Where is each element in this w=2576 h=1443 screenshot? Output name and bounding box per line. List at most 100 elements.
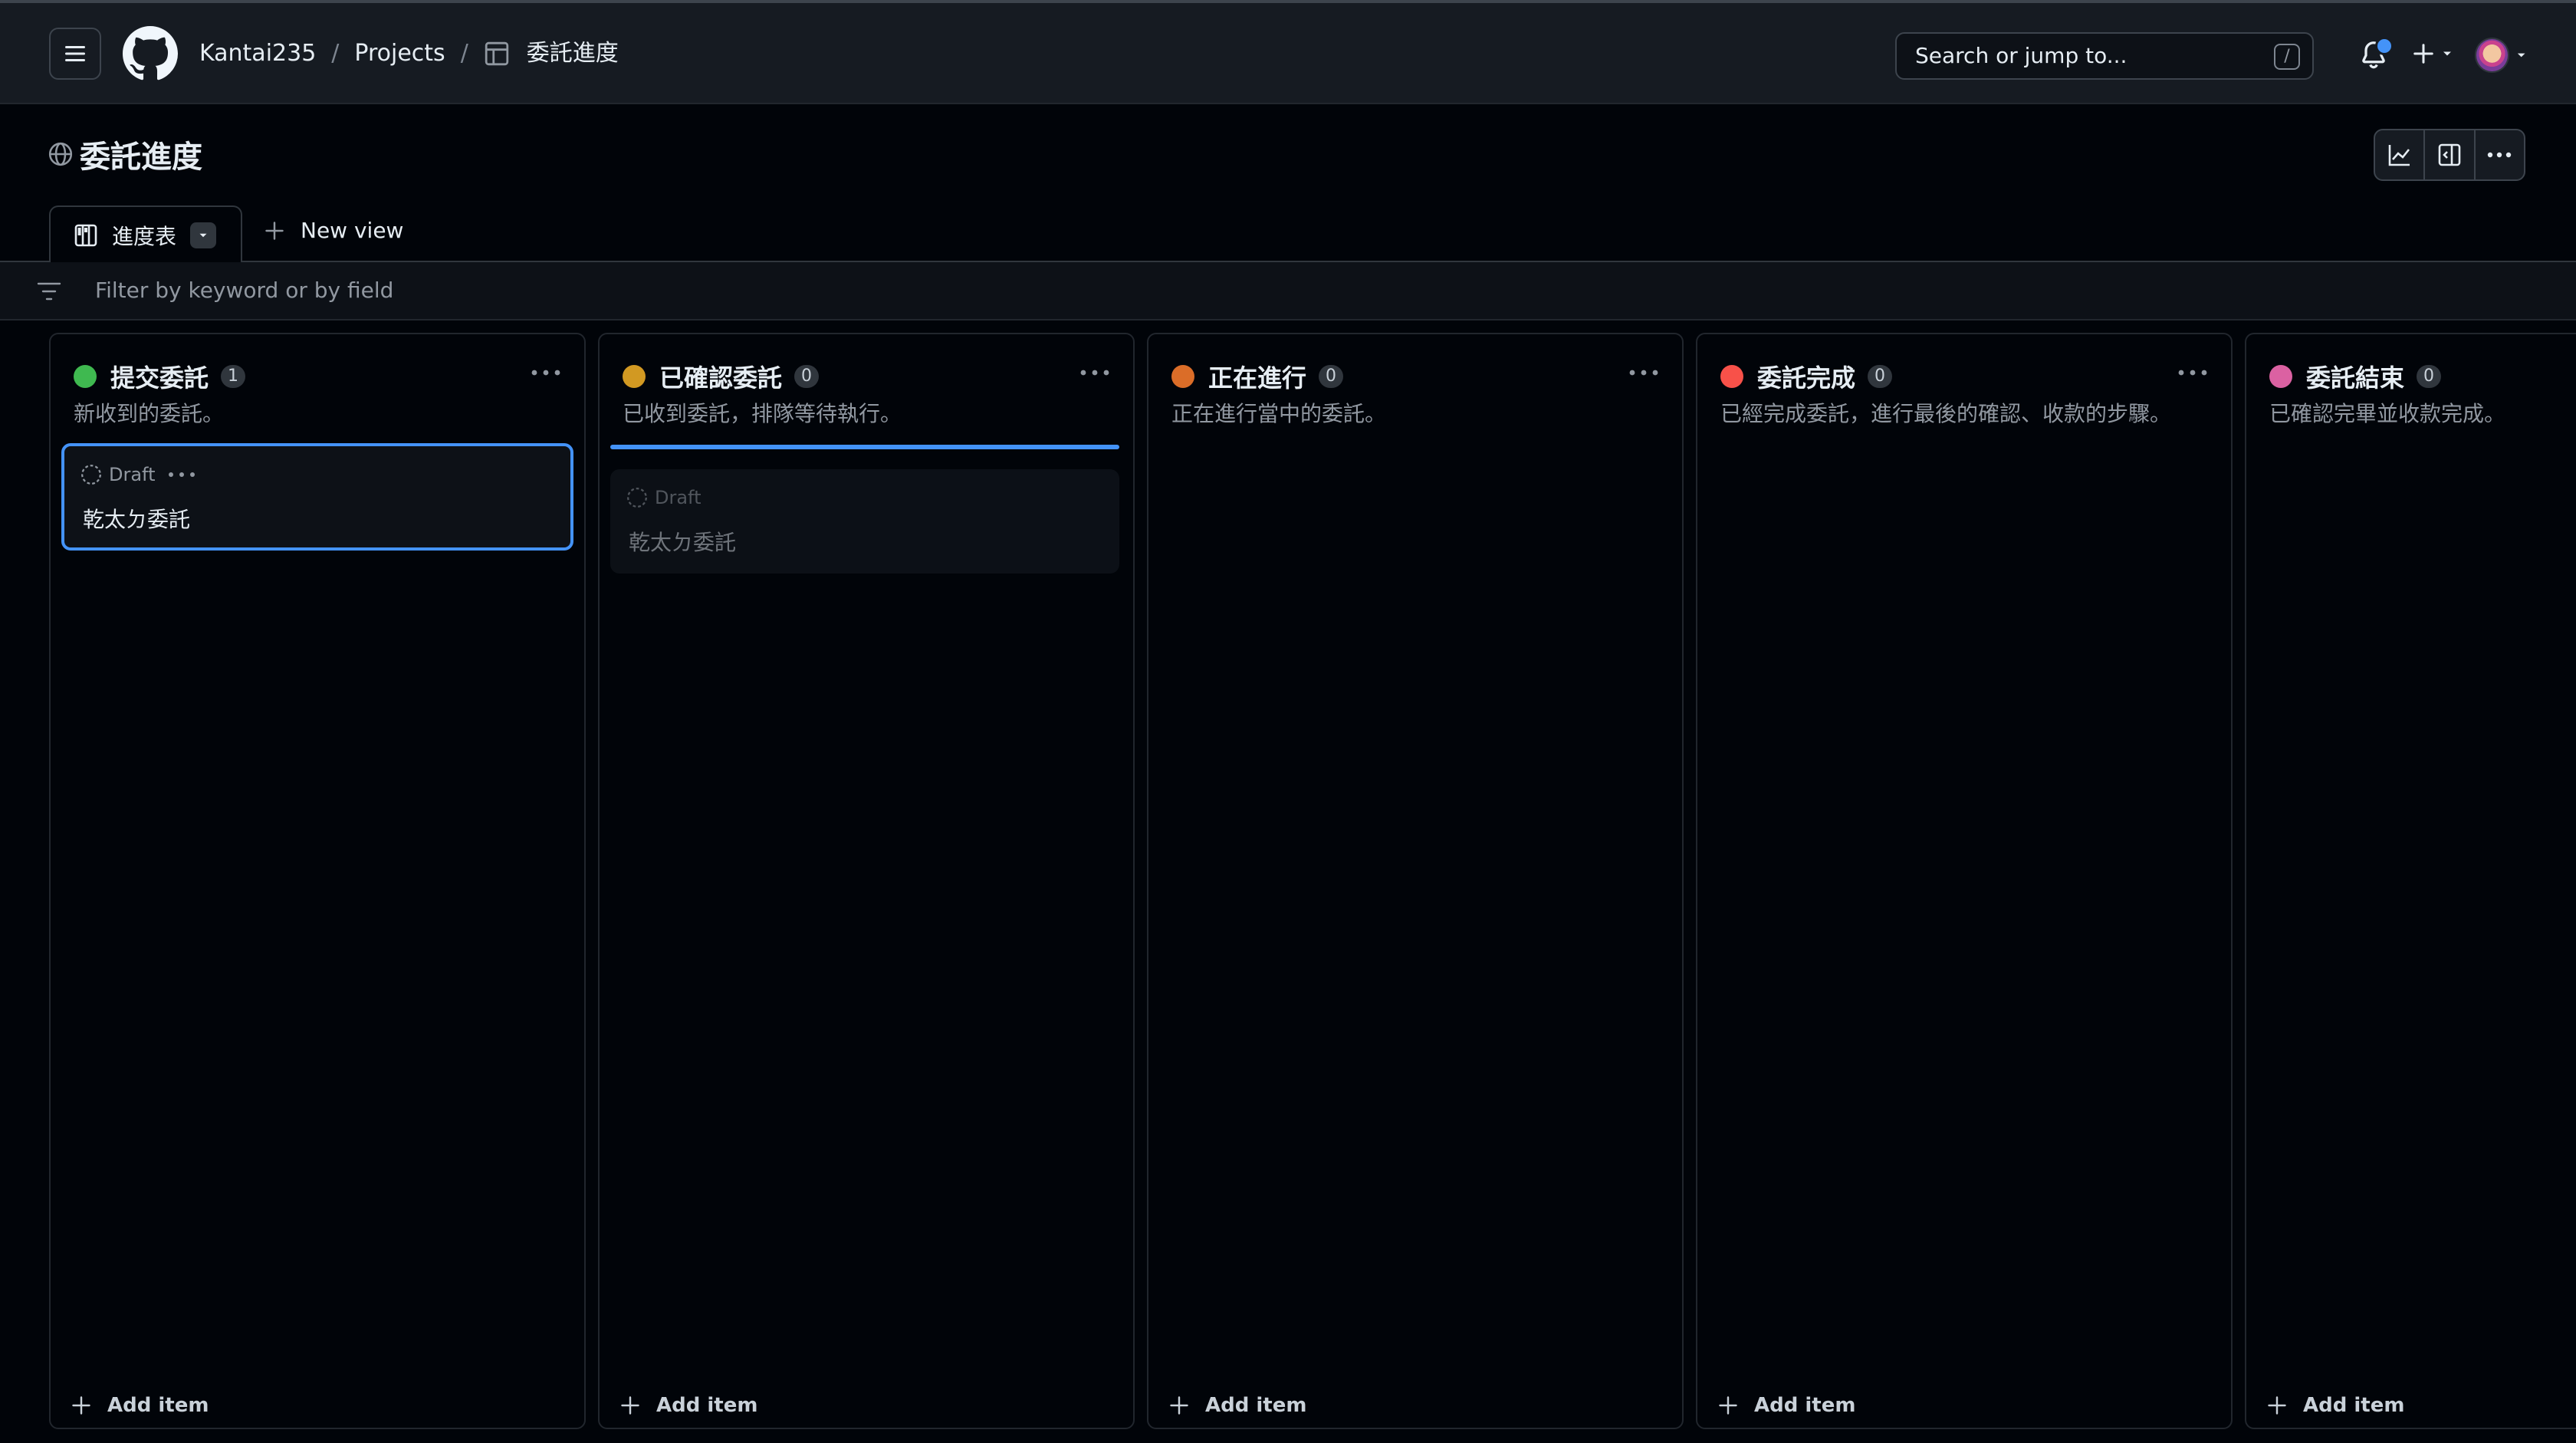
column-description: 已確認完畢並收款完成。: [2269, 401, 2506, 426]
add-item-label: Add item: [2303, 1394, 2405, 1417]
view-options-button[interactable]: [190, 222, 217, 248]
add-item-button[interactable]: Add item: [2266, 1394, 2404, 1417]
status-dot: [74, 365, 97, 388]
plus-icon: [1719, 1396, 1737, 1415]
search-input[interactable]: Search or jump to... /: [1895, 32, 2314, 80]
search-placeholder: Search or jump to...: [1915, 43, 2128, 68]
card-status: Draft: [109, 464, 156, 485]
column-header: 委託結束 0: [2269, 359, 2442, 394]
project-more-button[interactable]: [2476, 130, 2524, 179]
draft-item-card[interactable]: Draft 乾太ㄉ委託: [61, 443, 573, 551]
column-header: 提交委託 1: [74, 359, 246, 394]
column-header: 已確認委託 0: [623, 359, 820, 394]
plus-icon: [2268, 1396, 2286, 1415]
board-column: 提交委託 1 新收到的委託。 Draft 乾太ㄉ委託 Add item: [49, 333, 586, 1429]
plus-icon: [72, 1396, 90, 1415]
toggle-sidebar-button[interactable]: [2425, 130, 2476, 179]
menu-button[interactable]: [49, 28, 101, 80]
column-menu-icon[interactable]: [531, 368, 561, 377]
drop-indicator: [610, 445, 1119, 449]
add-item-label: Add item: [107, 1394, 209, 1417]
view-tabs: 進度表 New view: [0, 205, 2576, 264]
card-meta: Draft: [626, 486, 702, 509]
filter-input[interactable]: Filter by keyword or by field: [95, 278, 393, 303]
column-menu-icon[interactable]: [1079, 368, 1110, 377]
board-column: 已確認委託 0 已收到委託，排隊等待執行。 Draft 乾太ㄉ委託 Add it…: [598, 333, 1135, 1429]
card-title[interactable]: 乾太ㄉ委託: [83, 503, 190, 534]
status-dot: [2269, 365, 2292, 388]
global-header: Kantai235 / Projects / 委託進度 Search or ju…: [0, 3, 2576, 104]
board-icon: [74, 224, 97, 247]
tab-board-view[interactable]: 進度表: [49, 205, 242, 264]
insights-button[interactable]: [2375, 130, 2426, 179]
breadcrumb-separator: /: [331, 40, 340, 67]
sidebar-icon: [2438, 143, 2461, 166]
board-column: 正在進行 0 正在進行當中的委託。 Add item: [1147, 333, 1684, 1429]
notification-dot: [2375, 37, 2394, 55]
filter-bar[interactable]: Filter by keyword or by field: [0, 262, 2576, 320]
column-count-badge: 0: [794, 365, 820, 388]
graph-icon: [2388, 145, 2410, 166]
add-item-button[interactable]: Add item: [619, 1394, 757, 1417]
github-logo-icon[interactable]: [123, 26, 178, 81]
triangle-down-icon: [199, 233, 207, 238]
plus-icon: [621, 1396, 639, 1415]
page-title: 委託進度: [80, 140, 202, 175]
breadcrumb: Kantai235 / Projects / 委託進度: [199, 37, 619, 71]
column-description: 已收到委託，排隊等待執行。: [623, 401, 902, 426]
plus-icon: [1170, 1396, 1188, 1415]
search-shortcut-key: /: [2274, 44, 2300, 70]
add-item-label: Add item: [1205, 1394, 1307, 1417]
add-item-button[interactable]: Add item: [71, 1394, 209, 1417]
column-title: 委託完成: [1757, 363, 1856, 393]
card-menu-icon[interactable]: [168, 471, 196, 478]
drag-preview-card: Draft 乾太ㄉ委託: [610, 469, 1119, 574]
project-title-row: 委託進度: [48, 132, 202, 176]
column-count-badge: 0: [2417, 365, 2442, 388]
add-item-label: Add item: [1754, 1394, 1856, 1417]
column-description: 正在進行當中的委託。: [1171, 401, 1387, 426]
card-title: 乾太ㄉ委託: [629, 530, 737, 555]
column-menu-icon[interactable]: [2177, 368, 2208, 377]
column-description: 已經完成委託，進行最後的確認、收款的步驟。: [1720, 401, 2172, 426]
tab-label: 進度表: [112, 224, 177, 249]
new-view-label: New view: [301, 218, 404, 243]
column-header: 委託完成 0: [1720, 359, 1893, 394]
plus-icon: [265, 221, 284, 240]
column-menu-icon[interactable]: [1628, 368, 1659, 377]
draft-issue-icon: [627, 488, 647, 508]
breadcrumb-project[interactable]: 委託進度: [527, 37, 619, 71]
breadcrumb-owner[interactable]: Kantai235: [199, 37, 316, 71]
breadcrumb-projects[interactable]: Projects: [354, 37, 445, 71]
table-icon: [485, 41, 508, 66]
status-dot: [1720, 365, 1743, 388]
status-dot: [1171, 365, 1194, 388]
globe-icon: [48, 142, 73, 166]
breadcrumb-separator: /: [460, 40, 468, 67]
draft-issue-icon: [81, 465, 101, 485]
column-title: 提交委託: [110, 363, 209, 393]
add-item-label: Add item: [656, 1394, 758, 1417]
column-description: 新收到的委託。: [74, 401, 225, 426]
column-title: 已確認委託: [659, 363, 783, 393]
card-status: Draft: [655, 487, 702, 508]
add-item-button[interactable]: Add item: [1168, 1394, 1306, 1417]
add-item-button[interactable]: Add item: [1717, 1394, 1855, 1417]
board-column: 委託完成 0 已經完成委託，進行最後的確認、收款的步驟。 Add item: [1696, 333, 2233, 1429]
project-actions: [2374, 129, 2525, 181]
plus-icon: [2413, 44, 2433, 64]
caret-down-icon: [2443, 51, 2451, 56]
filter-icon: [37, 282, 61, 301]
card-meta: Draft: [80, 463, 196, 486]
status-dot: [623, 365, 646, 388]
column-count-badge: 0: [1868, 365, 1893, 388]
column-title: 正在進行: [1208, 363, 1307, 393]
column-title: 委託結束: [2306, 363, 2405, 393]
create-new-button[interactable]: [2412, 37, 2458, 71]
hamburger-icon: [65, 46, 85, 61]
user-menu-button[interactable]: [2475, 37, 2528, 74]
avatar: [2475, 38, 2509, 73]
kebab-horizontal-icon: [2488, 152, 2512, 158]
board-column: 委託結束 0 已確認完畢並收款完成。 Add item: [2245, 333, 2576, 1429]
new-view-button[interactable]: New view: [264, 218, 403, 243]
